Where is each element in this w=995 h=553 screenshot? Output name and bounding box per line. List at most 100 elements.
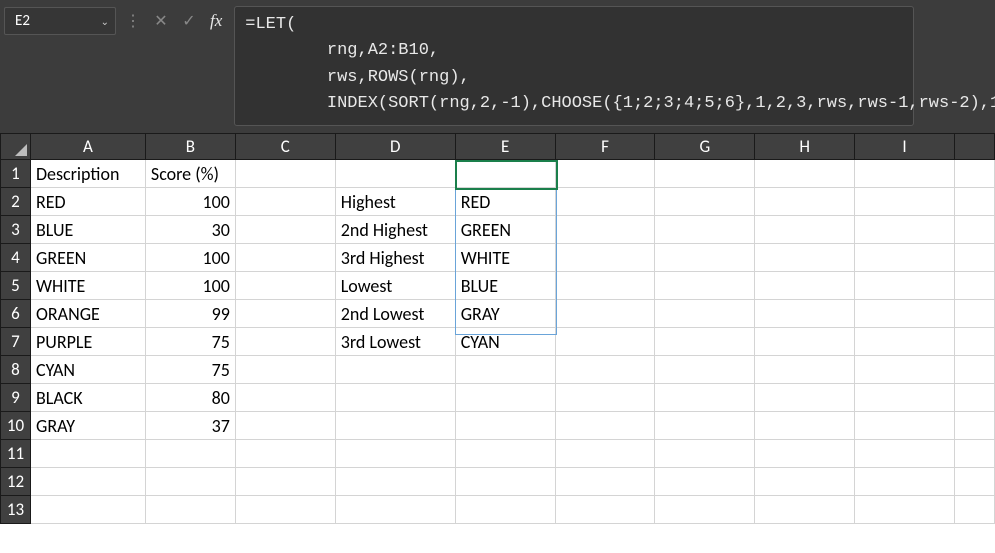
cell[interactable] — [335, 384, 455, 412]
cell[interactable]: Description — [30, 160, 145, 188]
cell[interactable] — [755, 188, 855, 216]
fx-icon[interactable]: fx — [206, 11, 226, 31]
cell[interactable] — [855, 160, 955, 188]
col-header[interactable]: A — [30, 134, 145, 160]
cell[interactable] — [30, 468, 145, 496]
cell[interactable]: ORANGE — [30, 300, 145, 328]
col-header[interactable] — [954, 134, 994, 160]
col-header[interactable]: H — [755, 134, 855, 160]
cell[interactable] — [954, 412, 994, 440]
cell[interactable] — [235, 468, 335, 496]
cell[interactable] — [755, 328, 855, 356]
row-header[interactable]: 12 — [1, 468, 31, 496]
row-header[interactable]: 1 — [1, 160, 31, 188]
cell[interactable] — [555, 412, 655, 440]
cell[interactable] — [655, 468, 755, 496]
cell[interactable]: GRAY — [30, 412, 145, 440]
cell[interactable] — [235, 216, 335, 244]
col-header[interactable]: E — [455, 134, 555, 160]
cell[interactable] — [855, 328, 955, 356]
cell[interactable]: BLUE — [455, 272, 555, 300]
cell[interactable] — [555, 272, 655, 300]
cell[interactable] — [655, 440, 755, 468]
cell[interactable] — [455, 496, 555, 524]
cell[interactable]: 2nd Lowest — [335, 300, 455, 328]
cell[interactable] — [954, 384, 994, 412]
cell[interactable] — [954, 160, 994, 188]
cell[interactable] — [755, 244, 855, 272]
cell[interactable] — [335, 356, 455, 384]
formula-bar-input[interactable]: =LET( rng,A2:B10, rws,ROWS(rng), INDEX(S… — [234, 6, 914, 126]
cell[interactable] — [455, 412, 555, 440]
cell[interactable] — [235, 412, 335, 440]
cell[interactable]: 99 — [145, 300, 235, 328]
cell[interactable]: 37 — [145, 412, 235, 440]
select-all-corner[interactable] — [1, 134, 31, 160]
cell[interactable] — [235, 160, 335, 188]
cell[interactable] — [855, 244, 955, 272]
col-header[interactable]: C — [235, 134, 335, 160]
cell[interactable] — [855, 300, 955, 328]
accept-icon[interactable]: ✓ — [178, 10, 200, 32]
cell[interactable]: Score (%) — [145, 160, 235, 188]
cell[interactable] — [954, 440, 994, 468]
cell[interactable] — [655, 300, 755, 328]
cell[interactable] — [954, 272, 994, 300]
cell[interactable] — [855, 468, 955, 496]
cell[interactable] — [755, 440, 855, 468]
cell[interactable] — [655, 384, 755, 412]
cell[interactable] — [555, 468, 655, 496]
cell[interactable] — [755, 216, 855, 244]
cell[interactable] — [855, 440, 955, 468]
cell[interactable] — [655, 188, 755, 216]
cell[interactable] — [855, 384, 955, 412]
cell[interactable] — [755, 300, 855, 328]
cell[interactable]: RED — [455, 188, 555, 216]
cell[interactable] — [755, 356, 855, 384]
cell[interactable]: PURPLE — [30, 328, 145, 356]
cell[interactable]: Lowest — [335, 272, 455, 300]
cell[interactable]: BLUE — [30, 216, 145, 244]
chevron-down-icon[interactable]: ⌄ — [101, 15, 109, 28]
row-header[interactable]: 13 — [1, 496, 31, 524]
cell[interactable]: 100 — [145, 188, 235, 216]
cell[interactable] — [555, 216, 655, 244]
cell[interactable]: 3rd Lowest — [335, 328, 455, 356]
cell[interactable] — [954, 496, 994, 524]
col-header[interactable]: G — [655, 134, 755, 160]
cell[interactable] — [954, 300, 994, 328]
cell[interactable]: RED — [30, 188, 145, 216]
cell[interactable]: 75 — [145, 356, 235, 384]
cell[interactable] — [655, 244, 755, 272]
cell[interactable]: BLACK — [30, 384, 145, 412]
cell[interactable]: WHITE — [455, 244, 555, 272]
cell[interactable] — [335, 160, 455, 188]
cell[interactable] — [235, 188, 335, 216]
cell[interactable] — [755, 496, 855, 524]
cell[interactable]: 80 — [145, 384, 235, 412]
cell[interactable] — [555, 440, 655, 468]
cell[interactable]: CYAN — [455, 328, 555, 356]
cell[interactable] — [235, 272, 335, 300]
cell[interactable]: 30 — [145, 216, 235, 244]
cell[interactable]: WHITE — [30, 272, 145, 300]
cell[interactable] — [555, 496, 655, 524]
spreadsheet-grid[interactable]: A B C D E F G H I 1 Description Score (%… — [0, 133, 995, 553]
cell[interactable] — [555, 300, 655, 328]
row-header[interactable]: 6 — [1, 300, 31, 328]
cell[interactable] — [335, 496, 455, 524]
row-header[interactable]: 4 — [1, 244, 31, 272]
cell[interactable] — [954, 328, 994, 356]
cell[interactable] — [555, 328, 655, 356]
cell[interactable] — [755, 412, 855, 440]
cell[interactable] — [30, 496, 145, 524]
cell[interactable] — [855, 356, 955, 384]
cell[interactable] — [235, 244, 335, 272]
col-header[interactable]: D — [335, 134, 455, 160]
cell[interactable] — [855, 272, 955, 300]
cell[interactable] — [855, 496, 955, 524]
cell[interactable] — [335, 412, 455, 440]
cell[interactable] — [555, 356, 655, 384]
cell[interactable] — [655, 356, 755, 384]
cell[interactable] — [555, 160, 655, 188]
